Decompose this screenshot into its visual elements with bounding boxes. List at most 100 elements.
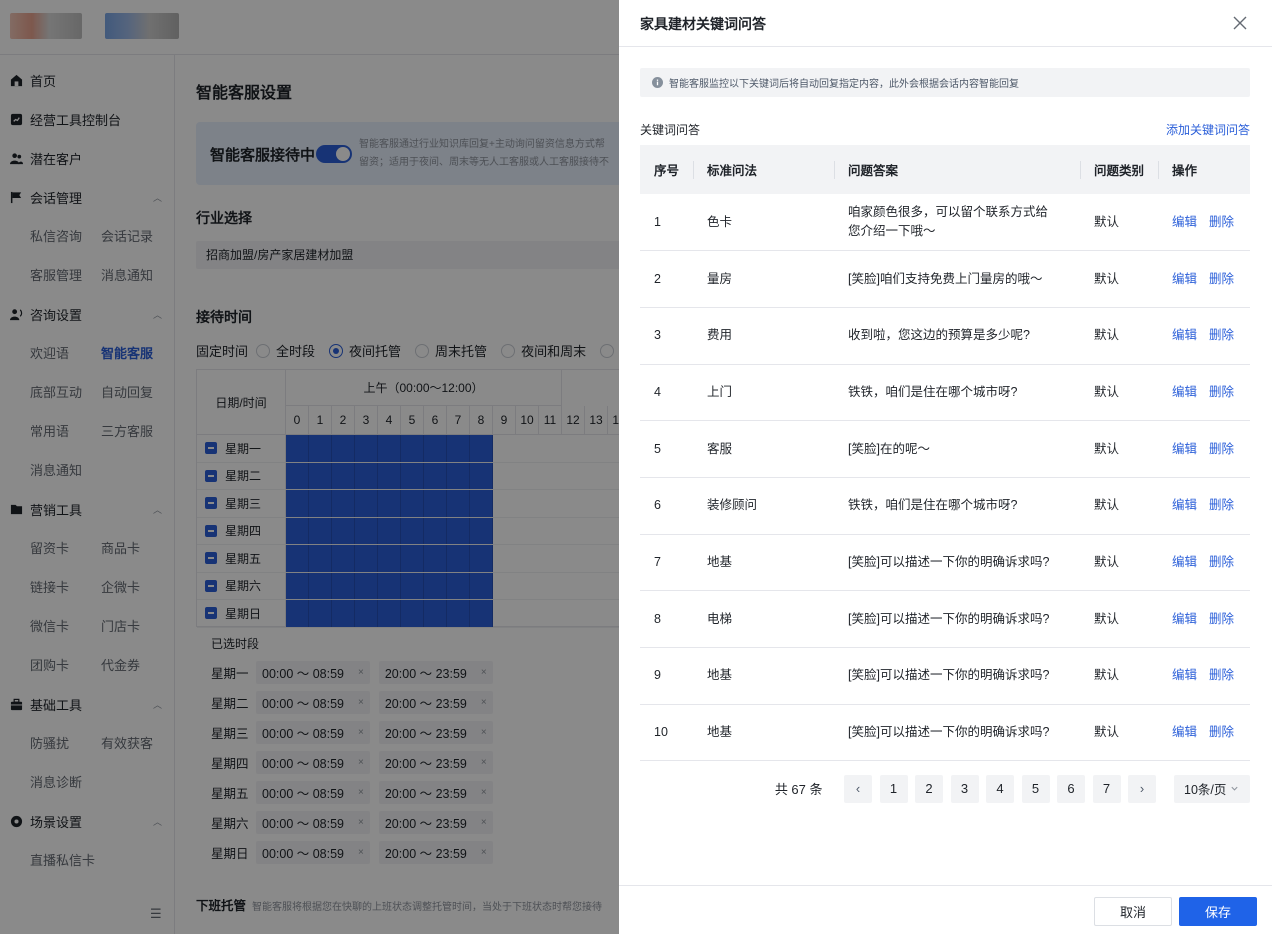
edit-button[interactable]: 编辑 [1172, 668, 1197, 682]
cell-no: 8 [640, 590, 693, 648]
table-row: 10 地基 [笑脸]可以描述一下你的明确诉求吗? 默认 编辑 删除 [640, 704, 1250, 762]
cell-no: 2 [640, 250, 693, 308]
next-page-button[interactable]: › [1128, 774, 1156, 803]
edit-button[interactable]: 编辑 [1172, 215, 1197, 229]
column-header: 序号 [640, 145, 693, 194]
delete-button[interactable]: 删除 [1209, 555, 1234, 569]
cancel-button[interactable]: 取消 [1094, 897, 1172, 926]
page-number-button[interactable]: 3 [950, 774, 979, 803]
table-header-row: 序号 标准问法 问题答案 问题类别 操作 [640, 145, 1250, 194]
table-row: 7 地基 [笑脸]可以描述一下你的明确诉求吗? 默认 编辑 删除 [640, 534, 1250, 592]
cell-actions: 编辑 删除 [1158, 194, 1250, 252]
delete-button[interactable]: 删除 [1209, 215, 1234, 229]
cell-answer: 收到啦，您这边的预算是多少呢? [834, 307, 1080, 365]
cell-category: 默认 [1080, 647, 1158, 705]
cell-question: 量房 [693, 250, 834, 308]
save-button[interactable]: 保存 [1179, 897, 1257, 926]
table-row: 1 色卡 咱家颜色很多，可以留个联系方式给您介绍一下哦～ 默认 编辑 删除 [640, 194, 1250, 252]
cell-actions: 编辑 删除 [1158, 704, 1250, 762]
edit-button[interactable]: 编辑 [1172, 555, 1197, 569]
edit-button[interactable]: 编辑 [1172, 612, 1197, 626]
table-row: 6 装修顾问 铁铁，咱们是住在哪个城市呀? 默认 编辑 删除 [640, 477, 1250, 535]
cell-actions: 编辑 删除 [1158, 647, 1250, 705]
cell-question: 地基 [693, 647, 834, 705]
page-number-button[interactable]: 6 [1057, 774, 1085, 803]
cell-no: 7 [640, 534, 693, 592]
cell-question: 色卡 [693, 194, 834, 252]
table-row: 8 电梯 [笑脸]可以描述一下你的明确诉求吗? 默认 编辑 删除 [640, 590, 1250, 648]
cell-no: 1 [640, 194, 693, 252]
delete-button[interactable]: 删除 [1209, 385, 1234, 399]
prev-page-button[interactable]: ‹ [844, 774, 872, 803]
cell-category: 默认 [1080, 534, 1158, 592]
cell-question: 电梯 [693, 590, 834, 648]
cell-question: 装修顾问 [693, 477, 834, 535]
cell-answer: [笑脸]可以描述一下你的明确诉求吗? [834, 704, 1080, 762]
cell-no: 6 [640, 477, 693, 535]
table-row: 9 地基 [笑脸]可以描述一下你的明确诉求吗? 默认 编辑 删除 [640, 647, 1250, 705]
page-number-button[interactable]: 7 [1092, 774, 1121, 803]
cell-answer: [笑脸]在的呢～ [834, 420, 1080, 478]
edit-button[interactable]: 编辑 [1172, 272, 1197, 286]
keyword-qa-table: 序号 标准问法 问题答案 问题类别 操作 1 色卡 咱家颜色很多，可以留个联系方式给… [640, 145, 1250, 762]
column-header: 问题类别 [1080, 145, 1158, 194]
cell-question: 上门 [693, 364, 834, 422]
edit-button[interactable]: 编辑 [1172, 442, 1197, 456]
info-icon [652, 77, 663, 88]
keyword-qa-drawer: 家具建材关键词问答 智能客服监控以下关键词后将自动回复指定内容，此外会根据会话内… [619, 0, 1272, 934]
edit-button[interactable]: 编辑 [1172, 385, 1197, 399]
page-numbers: 1234567 [872, 774, 1121, 803]
delete-button[interactable]: 删除 [1209, 668, 1234, 682]
delete-button[interactable]: 删除 [1209, 328, 1234, 342]
cell-answer: 铁铁，咱们是住在哪个城市呀? [834, 364, 1080, 422]
cell-actions: 编辑 删除 [1158, 364, 1250, 422]
column-header: 操作 [1158, 145, 1250, 194]
delete-button[interactable]: 删除 [1209, 612, 1234, 626]
pagination: 共 67 条 ‹ 1234567 › 10条/页 [640, 774, 1250, 803]
cell-category: 默认 [1080, 420, 1158, 478]
edit-button[interactable]: 编辑 [1172, 328, 1197, 342]
cell-actions: 编辑 删除 [1158, 477, 1250, 535]
cell-answer: [笑脸]咱们支持免费上门量房的哦～ [834, 250, 1080, 308]
cell-actions: 编辑 删除 [1158, 250, 1250, 308]
close-icon[interactable] [1230, 13, 1250, 33]
cell-answer: 铁铁，咱们是住在哪个城市呀? [834, 477, 1080, 535]
cell-question: 地基 [693, 534, 834, 592]
info-notice: 智能客服监控以下关键词后将自动回复指定内容，此外会根据会话内容智能回复 [640, 68, 1250, 97]
cell-category: 默认 [1080, 590, 1158, 648]
page-number-button[interactable]: 1 [879, 774, 908, 803]
cell-question: 费用 [693, 307, 834, 365]
delete-button[interactable]: 删除 [1209, 272, 1234, 286]
cell-no: 10 [640, 704, 693, 762]
cell-category: 默认 [1080, 477, 1158, 535]
cell-no: 5 [640, 420, 693, 478]
page-size-select[interactable]: 10条/页 [1174, 774, 1250, 803]
delete-button[interactable]: 删除 [1209, 498, 1234, 512]
column-header: 标准问法 [693, 145, 834, 194]
cell-category: 默认 [1080, 194, 1158, 252]
table-row: 2 量房 [笑脸]咱们支持免费上门量房的哦～ 默认 编辑 删除 [640, 250, 1250, 308]
page-number-button[interactable]: 5 [1021, 774, 1050, 803]
cell-category: 默认 [1080, 250, 1158, 308]
cell-answer: [笑脸]可以描述一下你的明确诉求吗? [834, 647, 1080, 705]
cell-no: 4 [640, 364, 693, 422]
cell-category: 默认 [1080, 307, 1158, 365]
cell-question: 客服 [693, 420, 834, 478]
table-row: 5 客服 [笑脸]在的呢～ 默认 编辑 删除 [640, 420, 1250, 478]
page-number-button[interactable]: 4 [986, 774, 1014, 803]
edit-button[interactable]: 编辑 [1172, 498, 1197, 512]
section-label: 关键词问答 [640, 123, 701, 137]
add-keyword-qa-link[interactable]: 添加关键词问答 [1166, 121, 1250, 138]
cell-answer: [笑脸]可以描述一下你的明确诉求吗? [834, 534, 1080, 592]
cell-answer: [笑脸]可以描述一下你的明确诉求吗? [834, 590, 1080, 648]
cell-actions: 编辑 删除 [1158, 590, 1250, 648]
page-size-value: 10条/页 [1184, 783, 1227, 797]
drawer-header: 家具建材关键词问答 [619, 0, 1272, 47]
delete-button[interactable]: 删除 [1209, 725, 1234, 739]
cell-actions: 编辑 删除 [1158, 420, 1250, 478]
cell-actions: 编辑 删除 [1158, 534, 1250, 592]
edit-button[interactable]: 编辑 [1172, 725, 1197, 739]
cell-answer: 咱家颜色很多，可以留个联系方式给您介绍一下哦～ [834, 194, 1080, 252]
page-number-button[interactable]: 2 [915, 774, 943, 803]
delete-button[interactable]: 删除 [1209, 442, 1234, 456]
